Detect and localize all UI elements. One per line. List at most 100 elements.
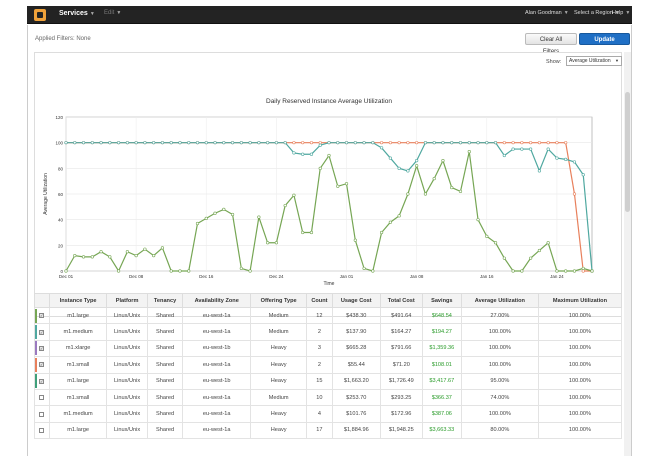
series-point: [581, 173, 585, 177]
row-checkbox[interactable]: [39, 427, 44, 433]
series-point: [362, 266, 366, 271]
series-point: [572, 269, 577, 273]
table-cell: Heavy: [250, 339, 307, 358]
row-select-cell[interactable]: ✓: [33, 339, 51, 358]
series-point: [476, 141, 480, 145]
series-point: [318, 141, 322, 145]
row-checkbox[interactable]: ✓: [39, 378, 44, 384]
series-point: [555, 269, 559, 273]
series-point: [187, 141, 191, 145]
series-point: [458, 141, 463, 145]
table-cell: $1,948.25: [379, 421, 423, 440]
column-header[interactable]: Average Utilization: [460, 293, 539, 308]
series-point: [353, 141, 357, 145]
table-cell: 10: [305, 388, 333, 407]
table-cell: Shared: [147, 306, 184, 325]
table-cell: 100.00%: [460, 339, 539, 358]
series-point: [73, 254, 77, 258]
table-row[interactable]: m1.medium Linux/Unix Shared eu-west-1a Heavy…: [33, 405, 623, 423]
series-point: [397, 166, 401, 170]
update-report-button[interactable]: Update Report: [579, 33, 630, 55]
table-cell: Shared: [147, 405, 184, 423]
row-checkbox[interactable]: ✓: [39, 313, 44, 319]
series-point: [274, 141, 278, 145]
series-color-swatch: [35, 308, 37, 323]
column-header[interactable]: Instance Type: [49, 293, 108, 308]
column-header[interactable]: Maximum Utilization: [537, 293, 623, 308]
y-tick-label: 60: [58, 192, 64, 197]
user-label: Alan Goodman: [525, 10, 562, 16]
series-point: [301, 152, 305, 156]
series-point: [222, 207, 226, 211]
row-checkbox[interactable]: [39, 411, 44, 417]
series-point: [406, 169, 410, 173]
table-cell: $3,417.67: [421, 372, 462, 390]
series-color-swatch: [35, 374, 37, 389]
table-cell: m1.xlarge: [49, 339, 108, 358]
series-point: [64, 141, 68, 145]
row-checkbox[interactable]: ✓: [39, 329, 44, 335]
table-row[interactable]: ✓ m1.small Linux/Unix Shared eu-west-1a Heavy…: [33, 356, 623, 374]
column-header[interactable]: Usage Cost: [331, 293, 381, 308]
row-select-cell[interactable]: [33, 388, 51, 407]
series-point: [415, 159, 419, 163]
series-point: [458, 189, 463, 194]
table-cell: $665.28: [331, 339, 381, 358]
vertical-scrollbar[interactable]: [624, 52, 631, 456]
row-select-cell[interactable]: ✓: [33, 306, 51, 325]
series-point: [450, 141, 454, 145]
series-point: [204, 216, 208, 220]
column-header[interactable]: Count: [305, 293, 333, 308]
edit-menu[interactable]: Edit ▼: [104, 10, 121, 16]
series-color-swatch: [35, 325, 37, 340]
series-color-swatch: [35, 341, 37, 356]
table-row[interactable]: ✓ m1.xlarge Linux/Unix Shared eu-west-1b Heav…: [33, 339, 623, 358]
column-header[interactable]: Savings: [421, 293, 462, 308]
table-cell: $3,663.33: [421, 421, 462, 440]
table-cell: $1,359.36: [421, 339, 462, 358]
row-checkbox[interactable]: ✓: [39, 345, 44, 351]
series-point: [485, 234, 489, 238]
series-point: [274, 241, 278, 245]
table-row[interactable]: ✓ m1.large Linux/Unix Shared eu-west-1b Heavy…: [33, 372, 623, 390]
series-point: [292, 151, 296, 155]
row-select-cell[interactable]: ✓: [33, 372, 51, 390]
table-cell: Medium: [250, 323, 307, 341]
column-header[interactable]: Availability Zone: [182, 293, 252, 308]
scrollbar-thumb[interactable]: [625, 92, 630, 212]
row-select-cell[interactable]: [33, 405, 51, 423]
table-cell: $293.25: [379, 388, 423, 407]
series-point: [116, 269, 121, 273]
user-menu[interactable]: Alan Goodman ▼: [525, 10, 569, 16]
series-point: [301, 230, 305, 235]
table-row[interactable]: ✓ m1.large Linux/Unix Shared eu-west-1a Mediu…: [33, 306, 623, 325]
services-menu[interactable]: Services ▼: [59, 10, 95, 17]
series-point: [187, 269, 191, 273]
series-point: [239, 141, 243, 145]
table-cell: 4: [305, 405, 333, 423]
row-select-cell[interactable]: ✓: [33, 356, 51, 374]
help-menu[interactable]: Help ▼: [612, 10, 630, 16]
column-header[interactable]: Tenancy: [147, 293, 184, 308]
series-point: [520, 147, 524, 151]
table-row[interactable]: ✓ m1.medium Linux/Unix Shared eu-west-1a Medi…: [33, 323, 623, 341]
table-row[interactable]: m1.large Linux/Unix Shared eu-west-1a Heavy 1…: [33, 421, 623, 440]
table-row[interactable]: m1.small Linux/Unix Shared eu-west-1a Medium…: [33, 388, 623, 407]
x-tick-label: Jan 08: [410, 274, 424, 279]
row-checkbox[interactable]: ✓: [39, 362, 44, 368]
series-color-swatch: [35, 391, 37, 405]
row-select-cell[interactable]: ✓: [33, 323, 51, 341]
column-header[interactable]: Total Cost: [379, 293, 423, 308]
aws-cube-icon[interactable]: [34, 9, 46, 21]
series-point: [239, 266, 243, 271]
table-cell: Linux/Unix: [106, 323, 149, 341]
column-header[interactable]: Platform: [106, 293, 149, 308]
clear-all-filters-button[interactable]: Clear All Filters: [525, 33, 577, 55]
series-point: [90, 141, 94, 145]
row-select-cell[interactable]: [33, 421, 51, 440]
row-checkbox[interactable]: [39, 395, 44, 401]
column-header[interactable]: Offering Type: [250, 293, 307, 308]
series-point: [257, 215, 261, 219]
series-point: [116, 141, 121, 145]
table-cell: Heavy: [250, 405, 307, 423]
